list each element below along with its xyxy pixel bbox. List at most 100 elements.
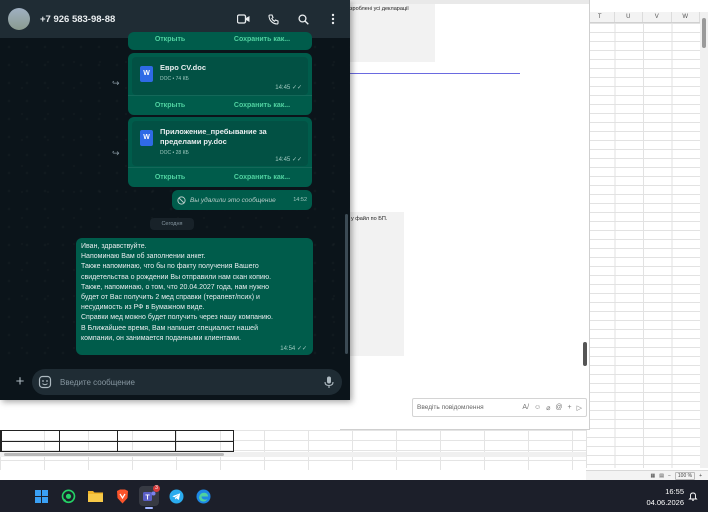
- message-line: В Ближайшее время, Вам напишет специалис…: [81, 324, 258, 332]
- column-header[interactable]: W: [672, 12, 700, 22]
- document-message: W Приложение_пребывание за пределами ру.…: [128, 117, 312, 187]
- document-card[interactable]: W Приложение_пребывание за пределами ру.…: [132, 121, 308, 166]
- message-time: 14:45 ✓✓: [275, 84, 302, 91]
- horizontal-scrollbar[interactable]: [0, 452, 586, 457]
- zoom-in-icon[interactable]: +: [699, 473, 702, 479]
- voice-call-icon[interactable]: [264, 10, 282, 28]
- blocked-icon: [177, 195, 186, 205]
- message-input-box[interactable]: [32, 369, 342, 395]
- edge-icon[interactable]: [193, 486, 213, 506]
- zoom-out-icon[interactable]: −: [668, 473, 671, 479]
- read-receipt-icon: ✓✓: [296, 346, 307, 352]
- column-header[interactable]: U: [615, 12, 643, 22]
- bordered-table[interactable]: [0, 430, 234, 452]
- message-line: Также напоминаю, что бы по факту получен…: [81, 263, 259, 271]
- document-message: W Евро CV.doc DOC • 74 КБ 14:45 ✓✓ Откры…: [128, 53, 312, 115]
- divider: [340, 73, 520, 74]
- word-doc-icon: W: [140, 66, 153, 82]
- cell-grid[interactable]: [586, 23, 700, 468]
- document-card[interactable]: W Евро CV.doc DOC • 74 КБ 14:45 ✓✓: [132, 57, 308, 95]
- attach-icon[interactable]: ⌀: [546, 404, 550, 412]
- message-line: компании, он занимается поданными клиент…: [81, 334, 241, 342]
- sticker-icon[interactable]: [38, 375, 52, 389]
- chat-scrollbar[interactable]: [583, 342, 587, 366]
- document-meta: DOC • 74 КБ: [160, 76, 189, 82]
- forward-icon[interactable]: ↪: [112, 148, 120, 159]
- message-line: несудимость из РФ в Бумажном виде.: [81, 304, 205, 312]
- text-message[interactable]: Иван, здравствуйте. Напоминаю Вам об зап…: [76, 238, 313, 355]
- time-text: 14:54: [280, 346, 296, 352]
- message-time: 14:45 ✓✓: [275, 156, 302, 163]
- column-header[interactable]: T: [586, 12, 615, 22]
- open-button[interactable]: Открыть: [128, 96, 212, 115]
- compose-bar: +: [0, 366, 350, 400]
- text-format-icon[interactable]: A/: [522, 404, 529, 411]
- message-text: у файл по БП.: [351, 216, 388, 222]
- message-line: Также, напоминаю, о том, что 20.04.2027 …: [81, 283, 270, 291]
- time-text: 14:45: [275, 157, 291, 163]
- save-as-button[interactable]: Сохранить как...: [212, 168, 312, 187]
- document-actions: Открыть Сохранить как...: [128, 30, 312, 50]
- date-divider: Сегодня: [150, 218, 194, 230]
- save-as-button[interactable]: Сохранить как...: [212, 96, 312, 115]
- column-header[interactable]: V: [643, 12, 672, 22]
- document-actions: Открыть Сохранить как...: [128, 167, 312, 187]
- save-as-button[interactable]: Сохранить как...: [212, 30, 312, 50]
- chat-scrollbar[interactable]: [345, 214, 348, 354]
- open-button[interactable]: Открыть: [128, 168, 212, 187]
- whatsapp-icon[interactable]: [58, 486, 78, 506]
- search-icon[interactable]: [294, 10, 312, 28]
- microphone-icon[interactable]: [322, 375, 336, 389]
- telegram-icon[interactable]: [166, 486, 186, 506]
- deleted-message-text: Вы удалили это сообщение: [190, 196, 276, 204]
- message-line: свидетельства о рождении Вы отправили на…: [81, 273, 272, 281]
- message-line: Иван, здравствуйте.: [81, 243, 147, 250]
- background-chat-window: зроблені усі декларації у файл по БП. Вв…: [340, 0, 590, 430]
- avatar[interactable]: [8, 8, 30, 30]
- message-input[interactable]: Введіть повідомлення: [417, 404, 517, 411]
- zoom-level[interactable]: 100 %: [674, 471, 696, 480]
- document-message: Открыть Сохранить как...: [128, 32, 312, 50]
- svg-text:T: T: [145, 495, 150, 502]
- file-explorer-icon[interactable]: [85, 486, 105, 506]
- more-icon[interactable]: [324, 10, 342, 28]
- windows-start-icon[interactable]: [31, 486, 51, 506]
- attach-plus-icon[interactable]: +: [12, 374, 28, 390]
- add-icon[interactable]: +: [568, 404, 572, 411]
- notification-center-icon[interactable]: [688, 491, 698, 501]
- layout-icon[interactable]: ▤: [659, 473, 664, 479]
- contact-name[interactable]: +7 926 583-98-88: [40, 14, 222, 25]
- brave-browser-icon[interactable]: [112, 486, 132, 506]
- document-name: Евро CV.doc: [160, 63, 207, 72]
- send-icon[interactable]: ▷: [577, 404, 582, 412]
- open-button[interactable]: Открыть: [128, 30, 212, 50]
- notification-badge: 3: [153, 485, 160, 492]
- forward-icon[interactable]: ↪: [112, 78, 120, 89]
- taskbar: T 3: [0, 480, 708, 512]
- read-receipt-icon: ✓✓: [291, 157, 302, 163]
- message-line: будет от Вас получить 2 мед справки (тер…: [81, 294, 260, 302]
- whatsapp-window: +7 926 583-98-88 Открыть Сохранить как..…: [0, 0, 350, 400]
- vertical-scrollbar[interactable]: [700, 12, 708, 468]
- clock-time[interactable]: 16:55: [640, 487, 684, 496]
- document-name: Приложение_пребывание за пределами ру.do…: [160, 127, 267, 146]
- message-bubble: зроблені усі декларації: [340, 4, 435, 62]
- mention-icon[interactable]: @: [555, 404, 562, 411]
- word-doc-icon: W: [140, 130, 153, 146]
- clock-date[interactable]: 04.06.2026: [640, 498, 684, 507]
- emoji-icon[interactable]: ☺: [534, 404, 541, 411]
- message-time: 14:54 ✓✓: [280, 345, 307, 352]
- time-text: 14:45: [275, 85, 291, 91]
- page-view-icon[interactable]: ▦: [651, 473, 656, 479]
- read-receipt-icon: ✓✓: [291, 85, 302, 91]
- video-call-icon[interactable]: [234, 10, 252, 28]
- document-actions: Открыть Сохранить как...: [128, 95, 312, 115]
- message-line: Напоминаю Вам об заполнении анкет.: [81, 253, 206, 261]
- teams-icon[interactable]: T 3: [139, 485, 160, 509]
- message-input[interactable]: [60, 377, 322, 387]
- sheet-status-bar: ▦ ▤ − 100 % +: [586, 470, 708, 480]
- deleted-message[interactable]: Вы удалили это сообщение 14:52: [172, 190, 312, 210]
- message-input-bar[interactable]: Введіть повідомлення A/ ☺ ⌀ @ + ▷: [412, 398, 587, 417]
- document-meta: DOC • 28 КБ: [160, 150, 189, 156]
- message-text: зроблені усі декларації: [350, 6, 409, 12]
